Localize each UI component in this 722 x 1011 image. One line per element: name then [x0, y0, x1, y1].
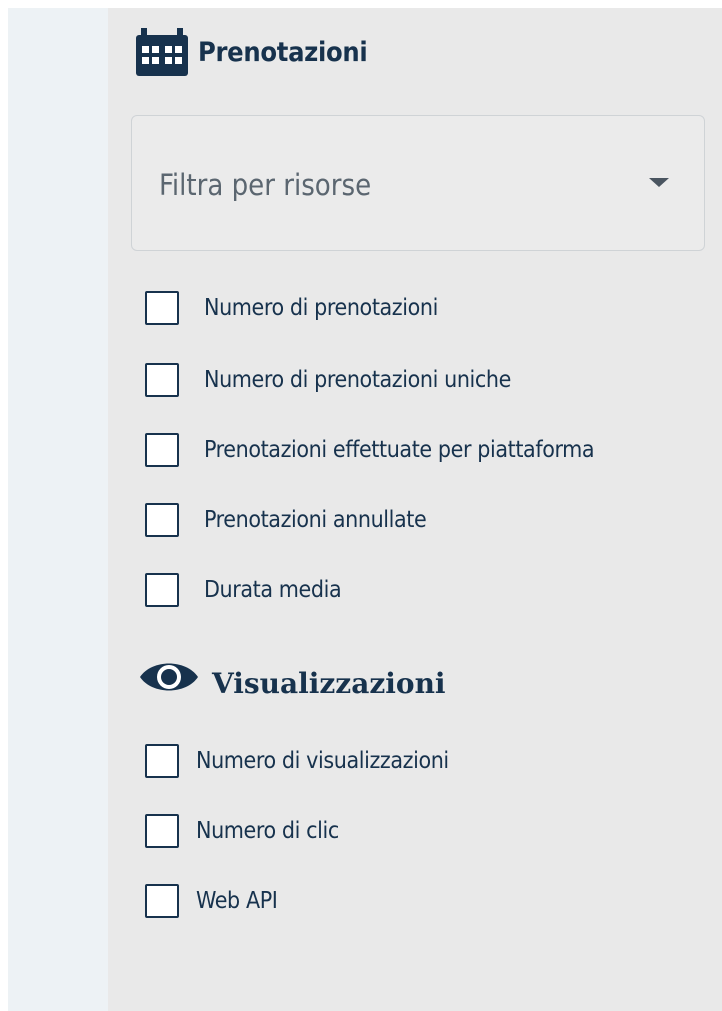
- left-panel: [8, 8, 108, 1011]
- eye-icon: [138, 658, 200, 700]
- checkbox-row-numero-clic[interactable]: Numero di clic: [145, 814, 339, 848]
- prenotazioni-piattaforma-checkbox[interactable]: [145, 433, 179, 467]
- checkbox-row-web-api[interactable]: Web API: [145, 884, 278, 918]
- numero-visualizzazioni-label: Numero di visualizzazioni: [196, 748, 449, 774]
- calendar-icon: [136, 24, 188, 80]
- left-background: [0, 8, 8, 1011]
- prenotazioni-annullate-label: Prenotazioni annullate: [204, 507, 427, 533]
- durata-media-label: Durata media: [204, 577, 342, 603]
- prenotazioni-title: Prenotazioni: [198, 36, 368, 68]
- checkbox-row-durata-media[interactable]: Durata media: [145, 573, 342, 607]
- prenotazioni-piattaforma-label: Prenotazioni effettuate per piattaforma: [204, 437, 595, 463]
- web-api-checkbox[interactable]: [145, 884, 179, 918]
- prenotazioni-uniche-label: Numero di prenotazioni uniche: [204, 367, 511, 393]
- numero-visualizzazioni-checkbox[interactable]: [145, 744, 179, 778]
- prenotazioni-uniche-checkbox[interactable]: [145, 363, 179, 397]
- resource-filter-select[interactable]: Filtra per risorse: [131, 115, 705, 251]
- web-api-label: Web API: [196, 888, 278, 914]
- numero-prenotazioni-checkbox[interactable]: [145, 291, 179, 325]
- checkbox-row-numero-visualizzazioni[interactable]: Numero di visualizzazioni: [145, 744, 449, 778]
- caret-down-icon: [649, 178, 669, 187]
- top-background: [0, 0, 722, 8]
- checkbox-row-prenotazioni-piattaforma[interactable]: Prenotazioni effettuate per piattaforma: [145, 433, 595, 467]
- numero-clic-checkbox[interactable]: [145, 814, 179, 848]
- checkbox-row-prenotazioni-uniche[interactable]: Numero di prenotazioni uniche: [145, 363, 511, 397]
- numero-clic-label: Numero di clic: [196, 818, 339, 844]
- numero-prenotazioni-label: Numero di prenotazioni: [204, 295, 438, 321]
- durata-media-checkbox[interactable]: [145, 573, 179, 607]
- visualizzazioni-title: Visualizzazioni: [212, 666, 446, 700]
- resource-filter-placeholder: Filtra per risorse: [159, 168, 372, 202]
- visualizzazioni-heading: Visualizzazioni: [138, 658, 446, 700]
- prenotazioni-annullate-checkbox[interactable]: [145, 503, 179, 537]
- checkbox-row-prenotazioni-annullate[interactable]: Prenotazioni annullate: [145, 503, 427, 537]
- checkbox-row-numero-prenotazioni[interactable]: Numero di prenotazioni: [145, 291, 438, 325]
- prenotazioni-heading: Prenotazioni: [136, 24, 368, 80]
